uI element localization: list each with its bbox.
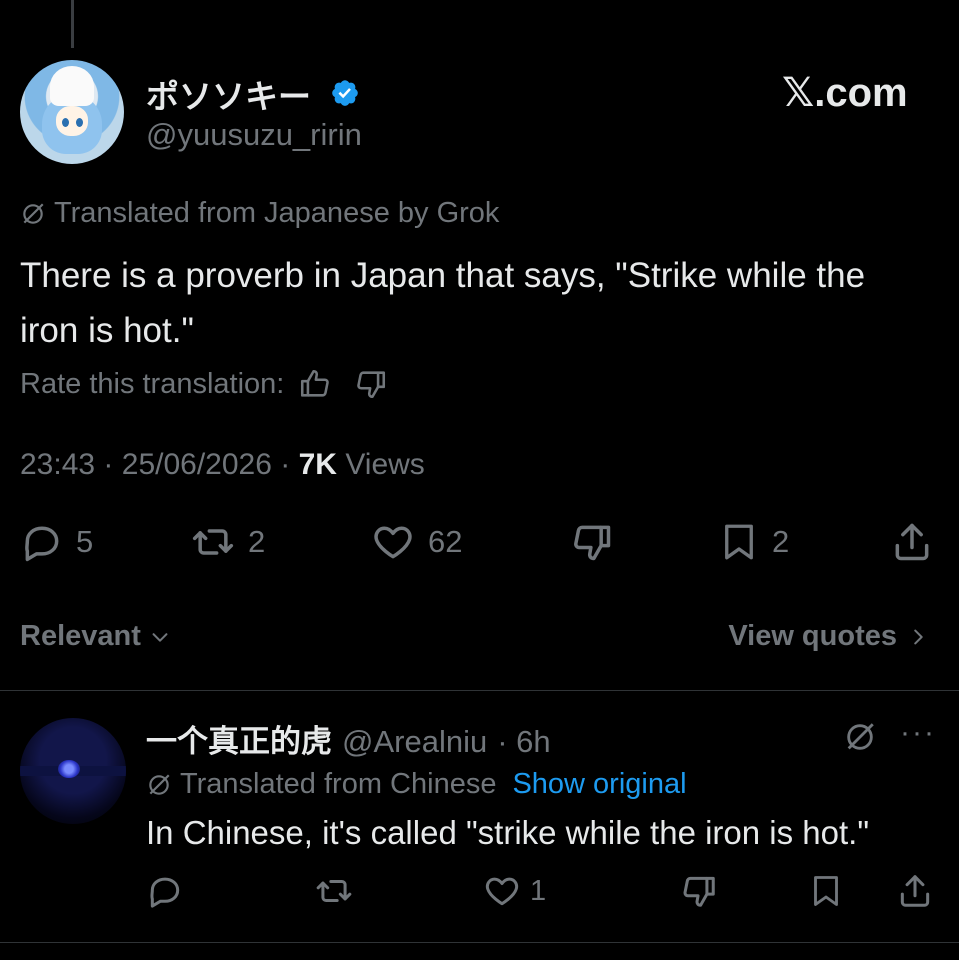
translation-notice-label: Translated from Japanese by Grok [54, 197, 500, 229]
views-label: Views [345, 448, 425, 481]
reply-author-handle[interactable]: @Arealniu [342, 724, 487, 760]
share-icon [900, 875, 930, 907]
views-count: 7K [298, 448, 337, 481]
thumbs-down-icon[interactable] [354, 367, 388, 401]
author-handle[interactable]: @yuusuzu_ririn [146, 117, 362, 153]
reply-header: 一个真正的虎 @Arealniu · 6h [146, 716, 551, 761]
verified-badge-icon [332, 80, 358, 106]
post-time[interactable]: 23:43 [20, 448, 95, 481]
thumbs-down-icon [574, 525, 611, 561]
thread-connector-line [71, 0, 74, 48]
post-action-bar: 5 2 62 2 [20, 520, 940, 570]
author-name[interactable]: ポソソキー [146, 70, 311, 118]
thumbs-up-icon[interactable] [298, 367, 332, 401]
reply-like-button[interactable]: 1 [482, 872, 546, 910]
reply-translation-label: Translated from Chinese [180, 768, 497, 800]
translation-notice: Translated from Japanese by Grok [20, 197, 499, 230]
bookmark-icon [725, 524, 753, 560]
brand-watermark: 𝕏.com [782, 71, 908, 115]
reply-count: 5 [76, 524, 94, 559]
meta-separator: · [103, 448, 114, 481]
repost-count: 2 [248, 524, 266, 559]
reply-dislike-button[interactable] [680, 872, 718, 910]
grok-icon[interactable] [843, 720, 877, 754]
avatar-eye [62, 118, 69, 127]
like-count: 62 [428, 524, 463, 559]
reply-button[interactable]: 5 [20, 520, 93, 564]
reply-time[interactable]: · 6h [497, 724, 550, 760]
share-button[interactable] [890, 520, 934, 564]
reply-reply-button[interactable] [146, 872, 184, 910]
reply-author-avatar[interactable] [20, 718, 126, 824]
sort-label: Relevant [20, 620, 141, 652]
reply-like-count: 1 [530, 874, 547, 907]
heart-icon [374, 526, 412, 559]
view-quotes-label: View quotes [728, 620, 897, 652]
reply-author-name[interactable]: 一个真正的虎 [146, 716, 332, 761]
avatar-face [56, 106, 88, 136]
reply-text: In Chinese, it's called "strike while th… [146, 814, 870, 851]
avatar-hat [50, 66, 94, 106]
reply-icon [25, 526, 59, 562]
bookmark-count: 2 [772, 524, 790, 559]
heart-icon [485, 877, 519, 906]
reply-action-bar: 1 [146, 872, 946, 918]
section-divider [0, 690, 959, 691]
bookmark-button[interactable]: 2 [718, 520, 789, 564]
reply-repost-button[interactable] [314, 872, 354, 910]
sort-dropdown[interactable]: Relevant [20, 620, 171, 653]
reply-share-button[interactable] [896, 872, 934, 910]
grok-icon [23, 202, 44, 224]
dislike-button[interactable] [570, 520, 614, 564]
thumbs-down-icon [683, 876, 715, 907]
repost-icon [192, 529, 234, 555]
section-divider [0, 942, 959, 943]
bookmark-icon [814, 876, 838, 906]
post-date[interactable]: 25/06/2026 [122, 448, 272, 481]
post-text: There is a proverb in Japan that says, "… [20, 256, 866, 350]
rate-translation-label: Rate this translation: [20, 367, 285, 400]
share-icon [895, 523, 929, 561]
meta-separator: · [280, 448, 291, 481]
chevron-right-icon [914, 629, 923, 644]
repost-icon [316, 879, 352, 903]
chevron-down-icon [152, 632, 168, 642]
reply-translation-notice: Translated from Chinese Show original [146, 768, 687, 801]
like-button[interactable]: 62 [370, 520, 462, 564]
author-avatar[interactable] [20, 60, 124, 164]
avatar-glow [58, 760, 80, 778]
grok-icon [149, 773, 170, 795]
avatar-eye [76, 118, 83, 127]
rate-translation: Rate this translation: [20, 367, 388, 401]
more-options-icon[interactable]: ··· [900, 716, 936, 750]
show-original-link[interactable]: Show original [512, 768, 686, 801]
repost-button[interactable]: 2 [190, 520, 265, 564]
reply-icon [150, 877, 180, 908]
post-meta: 23:43 · 25/06/2026 · 7K Views [20, 448, 425, 482]
view-quotes-link[interactable]: View quotes [728, 620, 929, 653]
reply-bookmark-button[interactable] [808, 872, 844, 910]
